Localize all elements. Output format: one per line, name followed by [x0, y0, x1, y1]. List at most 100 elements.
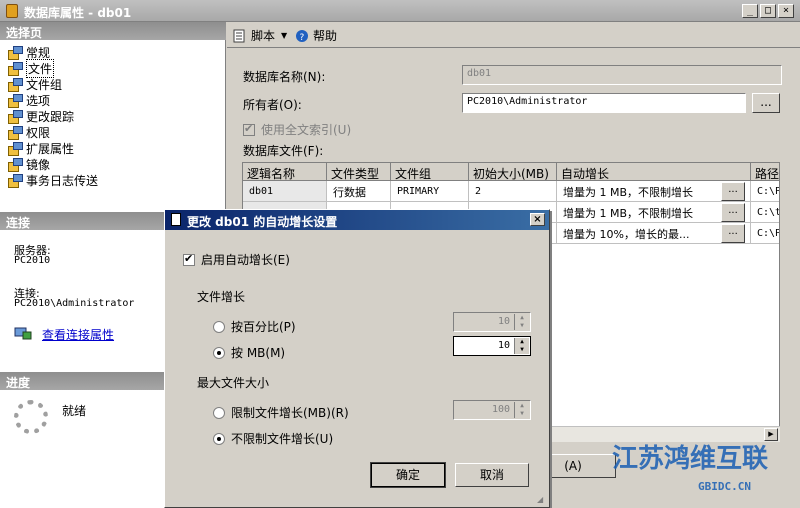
page-icon [8, 158, 23, 172]
stepper-arrows-icon[interactable]: ▲ ▼ [514, 338, 529, 354]
watermark-logo: 江苏鸿维互联 GBIDC.CN [612, 438, 800, 508]
dropdown-arrow-icon[interactable]: ▼ [281, 31, 287, 40]
mb-value: 10 [497, 340, 510, 351]
ok-button[interactable]: 确定 [370, 462, 446, 488]
cancel-button[interactable]: 取消 [455, 463, 529, 487]
page-icon [8, 142, 23, 156]
cell-path[interactable]: C:\te [751, 202, 779, 223]
col-header-logical-name[interactable]: 逻辑名称 [243, 163, 327, 181]
cell-file-type[interactable]: 行数据 [327, 181, 391, 202]
fulltext-option: 使用全文索引(U) [243, 121, 351, 138]
help-icon: ? [295, 29, 309, 43]
page-icon [8, 78, 23, 92]
page-item-label: 文件组 [26, 77, 63, 92]
unlimited-growth-radio[interactable] [213, 432, 225, 445]
script-label: 脚本 [251, 29, 276, 43]
page-item-label: 事务日志传送 [26, 173, 99, 188]
file-growth-label: 文件增长 [197, 290, 246, 304]
close-button[interactable]: × [778, 4, 794, 18]
page-icon [8, 46, 23, 60]
cell-filegroup[interactable]: PRIMARY [391, 181, 469, 202]
page-icon [8, 62, 23, 76]
maximize-button[interactable]: □ [760, 4, 776, 18]
dialog-close-button[interactable]: × [530, 213, 545, 226]
autogrowth-edit-button[interactable]: ... [721, 224, 745, 243]
watermark-sub: GBIDC.CN [698, 480, 751, 493]
limit-growth-option[interactable]: 限制文件增长(MB)(R) [213, 404, 349, 421]
svg-text:?: ? [300, 33, 305, 43]
by-percent-radio[interactable] [213, 320, 225, 333]
percent-stepper: 10 ▲ ▼ [453, 312, 531, 332]
col-header-filegroup[interactable]: 文件组 [391, 163, 469, 181]
page-item-label: 权限 [26, 125, 51, 140]
autogrowth-dialog: 更改 db01 的自动增长设置 × 启用自动增长(E) 文件增长 按百分比(P)… [164, 209, 550, 508]
connection-value: PC2010\Administrator [14, 298, 135, 309]
owner-browse-button[interactable]: ... [752, 93, 780, 113]
minimize-button[interactable]: _ [742, 4, 758, 18]
page-item-files[interactable]: 文件 [8, 58, 55, 78]
page-item-log-shipping[interactable]: 事务日志传送 [8, 172, 98, 188]
db-files-label: 数据库文件(F): [243, 144, 324, 158]
cell-path[interactable]: C:\Pr [751, 223, 779, 244]
help-label: 帮助 [313, 29, 338, 43]
db-name-label: 数据库名称(N): [243, 70, 326, 84]
col-header-file-type[interactable]: 文件类型 [327, 163, 391, 181]
by-mb-option[interactable]: 按 MB(M) [213, 344, 285, 361]
page-icon [8, 174, 23, 188]
select-page-header: 选择页 [0, 22, 226, 40]
dialog-title: 更改 db01 的自动增长设置 [187, 215, 338, 229]
owner-label: 所有者(O): [243, 98, 302, 112]
page-item-label: 镜像 [26, 157, 51, 172]
col-header-path[interactable]: 路径 [751, 163, 779, 181]
enable-autogrowth-checkbox[interactable] [183, 252, 195, 266]
page-item-label: 选项 [26, 93, 51, 108]
watermark-text: 江苏鸿维互联 [612, 444, 769, 474]
mb-stepper[interactable]: 10 ▲ ▼ [453, 336, 531, 356]
progress-status: 就绪 [62, 404, 87, 418]
cell-path[interactable]: C:\Pr [751, 181, 779, 202]
page-item-label: 扩展属性 [26, 141, 75, 156]
owner-field[interactable]: PC2010\Administrator [462, 93, 746, 113]
database-icon [6, 4, 18, 18]
by-percent-label: 按百分比(P) [231, 320, 296, 334]
limit-growth-radio[interactable] [213, 406, 225, 419]
page-item-permissions[interactable]: 权限 [8, 124, 50, 140]
page-item-label: 更改跟踪 [26, 109, 75, 124]
by-mb-radio[interactable] [213, 346, 225, 359]
window-titlebar: 数据库属性 - db01 _ □ × [0, 0, 800, 22]
col-header-initial-size[interactable]: 初始大小(MB) [469, 163, 557, 181]
script-icon [233, 29, 247, 43]
page-item-filegroups[interactable]: 文件组 [8, 76, 62, 92]
dialog-document-icon [171, 213, 181, 226]
col-header-autogrowth[interactable]: 自动增长 [557, 163, 751, 181]
page-item-extended-properties[interactable]: 扩展属性 [8, 140, 74, 156]
progress-spinner-icon [14, 400, 48, 434]
cell-logical-name[interactable]: db01 [243, 181, 327, 202]
page-item-options[interactable]: 选项 [8, 92, 50, 108]
page-item-change-tracking[interactable]: 更改跟踪 [8, 108, 74, 124]
stepper-arrows-icon: ▲ ▼ [514, 402, 529, 418]
stepper-arrows-icon: ▲ ▼ [514, 314, 529, 330]
window-title: 数据库属性 - db01 [24, 6, 132, 20]
unlimited-growth-label: 不限制文件增长(U) [231, 432, 334, 446]
cell-initial-size[interactable]: 2 [469, 181, 557, 202]
script-button[interactable]: 脚本 ▼ [233, 27, 287, 44]
percent-value: 10 [497, 316, 510, 327]
autogrowth-edit-button[interactable]: ... [721, 182, 745, 201]
page-item-mirroring[interactable]: 镜像 [8, 156, 50, 172]
resize-grip-icon[interactable]: ◢ [537, 495, 547, 505]
enable-autogrowth-option[interactable]: 启用自动增长(E) [183, 251, 290, 268]
fulltext-label: 使用全文索引(U) [261, 123, 352, 137]
by-percent-option[interactable]: 按百分比(P) [213, 318, 296, 335]
view-connection-properties-link[interactable]: 查看连接属性 [42, 326, 114, 343]
limit-growth-label: 限制文件增长(MB)(R) [231, 406, 349, 420]
max-size-label: 最大文件大小 [197, 376, 270, 390]
unlimited-growth-option[interactable]: 不限制文件增长(U) [213, 430, 333, 447]
help-button[interactable]: ? 帮助 [295, 27, 337, 44]
autogrowth-edit-button[interactable]: ... [721, 203, 745, 222]
page-icon [8, 110, 23, 124]
server-value: PC2010 [14, 255, 51, 266]
dialog-titlebar: 更改 db01 的自动增长设置 × [165, 210, 549, 230]
page-icon [8, 126, 23, 140]
limit-value: 100 [491, 404, 510, 415]
